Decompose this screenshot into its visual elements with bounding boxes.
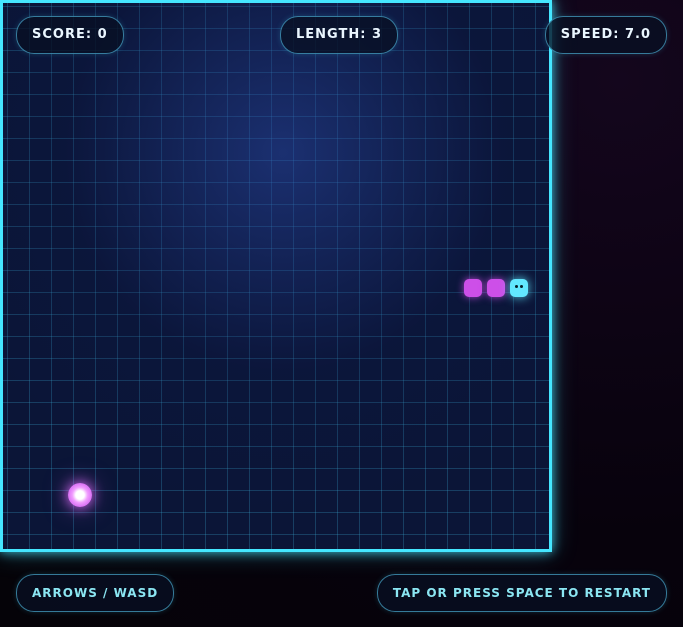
speed-display: SPEED: 7.0 xyxy=(544,16,667,54)
snake-body-segment xyxy=(487,279,505,297)
restart-button[interactable]: TAP OR PRESS SPACE TO RESTART xyxy=(376,574,667,612)
snake-head xyxy=(510,279,528,297)
game-screen[interactable]: SCORE: 0 LENGTH: 3 SPEED: 7.0 ARROWS / W… xyxy=(0,0,683,627)
snake-body-segment xyxy=(464,279,482,297)
food-orb-icon xyxy=(68,483,92,507)
score-display: SCORE: 0 xyxy=(16,16,124,54)
snake-eye xyxy=(515,285,518,288)
length-display: LENGTH: 3 xyxy=(280,16,399,54)
snake-eye xyxy=(520,285,523,288)
controls-hint: ARROWS / WASD xyxy=(16,574,175,612)
game-board[interactable] xyxy=(0,0,552,552)
